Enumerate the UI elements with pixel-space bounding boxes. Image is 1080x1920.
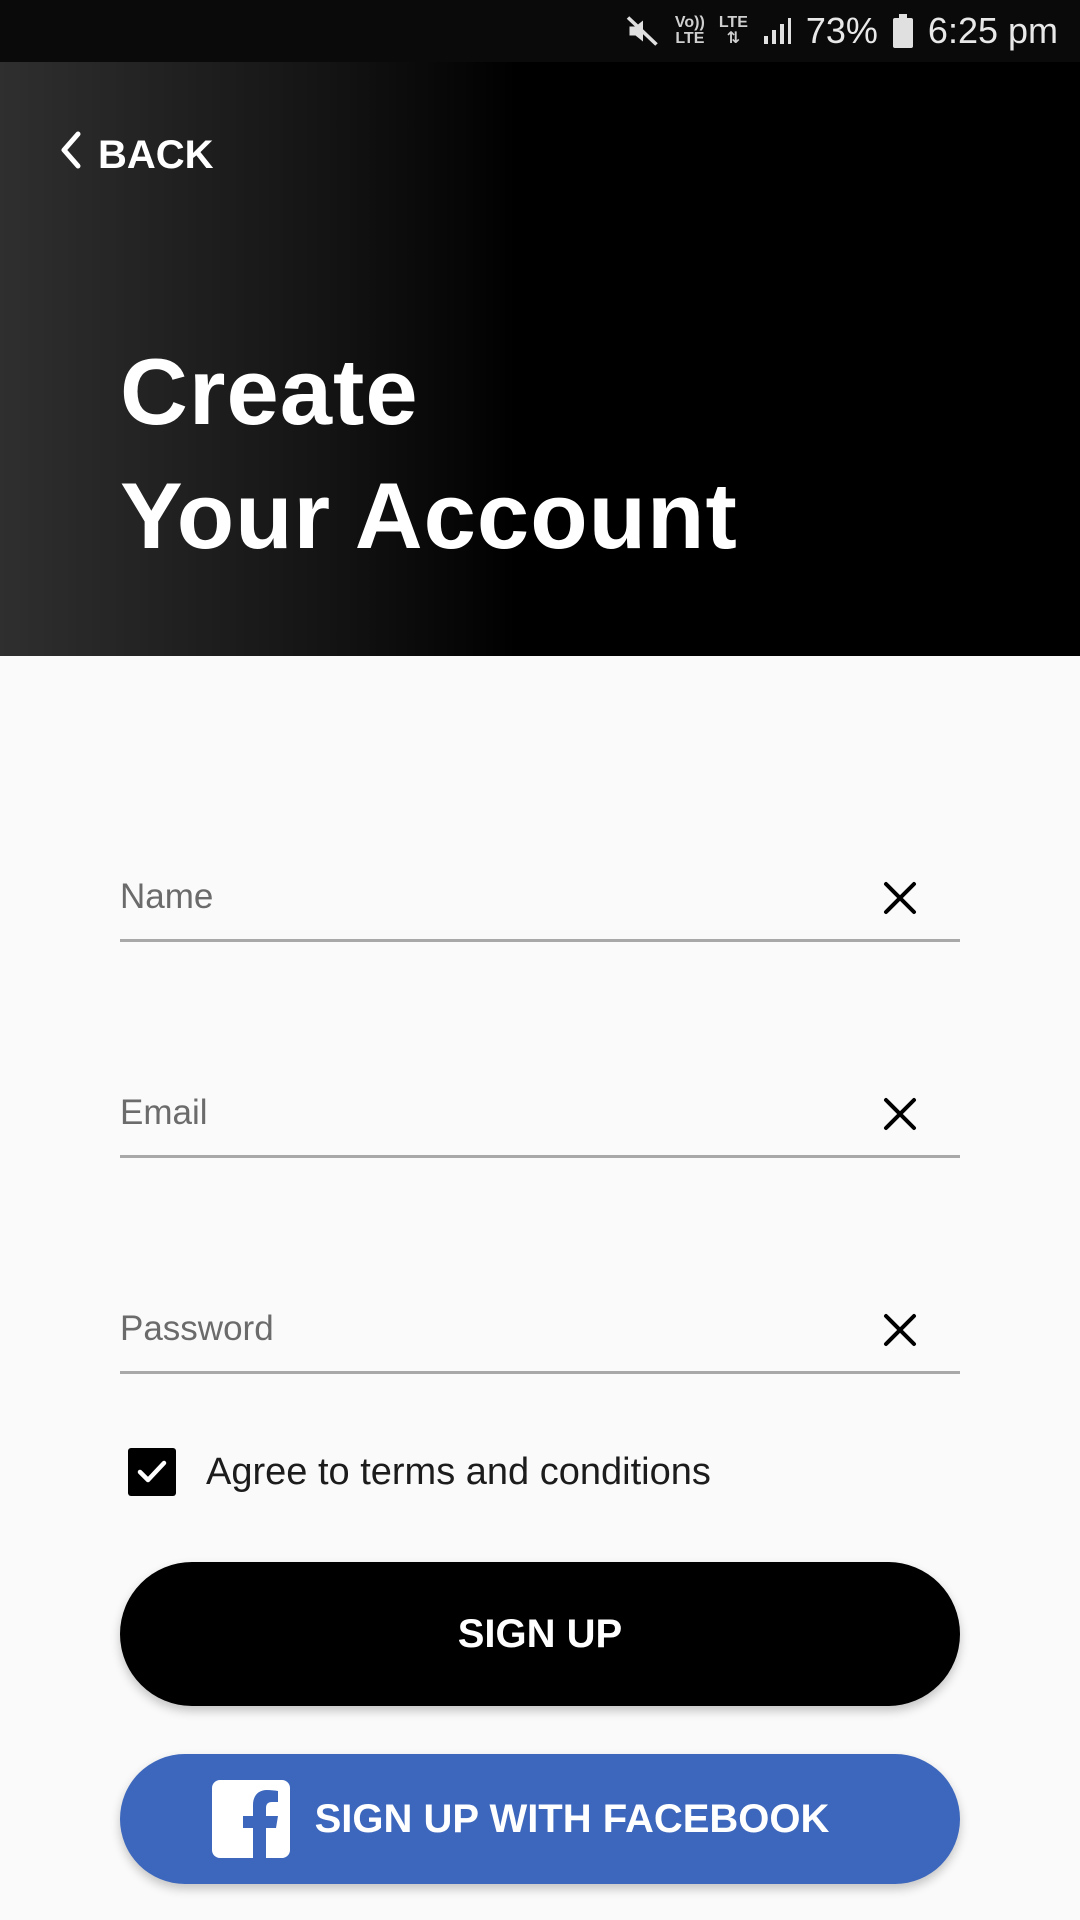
name-input[interactable] (120, 862, 860, 932)
clear-name-icon[interactable] (880, 878, 920, 918)
sign-up-button[interactable]: SIGN UP (120, 1562, 960, 1706)
sign-up-facebook-label: SIGN UP WITH FACEBOOK (314, 1796, 830, 1841)
password-field (120, 1294, 960, 1374)
checkmark-icon (137, 1460, 167, 1483)
battery-percent: 73% (805, 10, 878, 51)
header: BACK Create Your Account (0, 62, 1080, 656)
clear-email-icon[interactable] (880, 1094, 920, 1134)
email-input[interactable] (120, 1078, 860, 1148)
battery-icon (892, 14, 914, 48)
chevron-left-icon (58, 130, 82, 180)
volte-indicator: Vo)) LTE (674, 14, 705, 47)
email-field (120, 1078, 960, 1158)
clear-password-icon[interactable] (880, 1310, 920, 1350)
sign-up-label: SIGN UP (457, 1611, 623, 1656)
title-line-1: Create (120, 339, 419, 444)
back-button[interactable]: BACK (58, 130, 214, 180)
agree-checkbox[interactable] (128, 1448, 176, 1496)
status-bar: Vo)) LTE LTE ⇅ 73% 6:25 pm (0, 0, 1080, 62)
password-input[interactable] (120, 1294, 860, 1364)
clock: 6:25 pm (927, 10, 1058, 51)
page-title: Create Your Account (120, 330, 738, 578)
name-field (120, 862, 960, 942)
mute-icon (625, 13, 661, 49)
back-label: BACK (98, 132, 214, 177)
agree-terms-row[interactable]: Agree to terms and conditions (128, 1448, 711, 1496)
agree-label: Agree to terms and conditions (206, 1450, 711, 1493)
signal-icon (762, 16, 792, 46)
title-line-2: Your Account (120, 463, 738, 568)
facebook-icon (212, 1780, 290, 1858)
network-indicator: LTE ⇅ (718, 14, 748, 47)
sign-up-facebook-button[interactable]: SIGN UP WITH FACEBOOK (120, 1754, 960, 1884)
